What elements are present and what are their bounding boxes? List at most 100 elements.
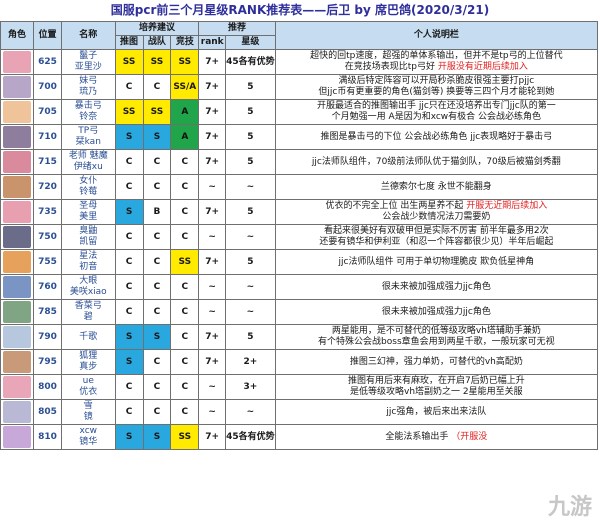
character-name: 琉乃 <box>79 87 98 97</box>
name-cell: 鬣子 亚里沙 <box>60 49 116 75</box>
character-avatar <box>3 51 32 73</box>
note-line-1: jjc强角，被后来出来法队 <box>276 407 596 418</box>
rank-cell: ~ <box>198 399 227 425</box>
rank-cell: ~ <box>198 299 227 325</box>
name-cell: 星法 初音 <box>60 249 116 275</box>
note-line-1: 推图是暴击弓的下位 公会战必练角色 jjc表现略好于暴击弓 <box>276 131 596 143</box>
note-cell: 推图三幻神，强力单奶，可替代的vh高配奶 <box>274 349 599 375</box>
header-arena: 竞技 <box>170 35 200 50</box>
push-grade: C <box>114 249 144 275</box>
note-text: 是低等级攻略vh塔副奶之一 2星能用至关服 <box>350 387 523 397</box>
note-text: 开服最适合的推图输出手 jjc只在还没培养出专门jjc队的第一 <box>316 101 556 111</box>
note-text: 满级后特定阵容可以开局秒杀脆皮很强主要打pjjc <box>338 76 535 86</box>
character-nickname: 鬣子 <box>79 51 98 61</box>
name-cell: 圣母 美里 <box>60 199 116 225</box>
name-cell: 大眼 美咲xiao <box>60 274 116 300</box>
push-grade: C <box>114 274 144 300</box>
character-name: 美咲xiao <box>69 287 107 297</box>
star-cell: ~ <box>225 299 276 325</box>
star-cell: 5 <box>225 249 276 275</box>
character-nickname: 暴击弓 <box>74 101 102 111</box>
position-cell: 810 <box>33 424 62 450</box>
position-cell: 715 <box>33 149 62 175</box>
position-cell: 785 <box>33 299 62 325</box>
character-avatar <box>3 151 32 173</box>
arena-grade: C <box>170 374 200 400</box>
note-cell: jjc法师队组件 可用于单切物理脆皮 欺负低星神角 <box>274 249 599 275</box>
character-name: 铃奈 <box>79 112 98 122</box>
name-cell: 香菜弓碧 <box>60 299 116 325</box>
character-avatar <box>3 351 32 373</box>
character-avatar <box>3 251 32 273</box>
position-cell: 735 <box>33 199 62 225</box>
note-text: 推图有用后来有麻玫，在开启7后奶已幅上升 <box>347 376 525 386</box>
table-row: 720 女仆 铃莓 C C C ~ ~ 兰德索尔七度 永世不能翻身 <box>0 174 599 200</box>
character-avatar <box>3 76 32 98</box>
table-row: 705 暴击弓 铃奈 SS SS A 7+ 5 开服最适合的推图输出手 jjc只在还没培养出专门… <box>0 99 599 125</box>
character-nickname: 大眼 <box>79 276 98 286</box>
character-nickname: ue <box>82 376 94 386</box>
character-avatar <box>3 301 32 323</box>
character-nickname: 圣母 <box>79 201 98 211</box>
note-text: 兰德索尔七度 永世不能翻身 <box>380 181 492 192</box>
table-row: 805 雪镜 C C C ~ ~ jjc强角，被后来出来法队 <box>0 399 599 425</box>
name-cell: xcw 镜华 <box>60 424 116 450</box>
star-cell: 3+ <box>225 374 276 400</box>
character-nickname: TP弓 <box>78 126 99 136</box>
star-cell: 2+ <box>225 349 276 375</box>
rank-cell: 7+ <box>198 199 227 225</box>
name-cell: 雪镜 <box>60 399 116 425</box>
character-avatar-cell <box>0 424 35 450</box>
star-cell: 5 <box>225 99 276 125</box>
position-cell: 790 <box>33 324 62 350</box>
position-cell: 710 <box>33 124 62 150</box>
note-highlight: 开服无近期后续加入 <box>466 201 548 211</box>
rank-cell: ~ <box>198 374 227 400</box>
guild-grade: S <box>142 424 172 450</box>
rank-cell: 7+ <box>198 249 227 275</box>
table-row: 800 ue 优衣 C C C ~3+ 推图有用后来有麻玫，在开启7后奶已幅上升 是低等级攻略v… <box>0 374 599 400</box>
note-line-1: 开服最适合的推图输出手 jjc只在还没培养出专门jjc队的第一 <box>276 101 596 112</box>
character-nickname: 香菜弓 <box>74 301 102 311</box>
guild-grade: C <box>142 149 172 175</box>
character-avatar-cell <box>0 174 35 200</box>
table-row: 735 圣母 美里 S B C 7+ 5 优衣的不完全上位 出生两星养不起 开服无近期后续加入公… <box>0 199 599 225</box>
arena-grade: C <box>170 399 200 425</box>
name-cell: 狐狸 真步 <box>60 349 116 375</box>
note-cell: 满级后特定阵容可以开局秒杀脆皮很强主要打pjjc 但jjc币有更重要的角色(猫剑等… <box>274 74 599 100</box>
push-grade: C <box>114 149 144 175</box>
note-line-1: 超快的回tp速度，超强的单体系输出，但并不是tp弓的上位替代 <box>276 51 596 62</box>
guild-grade: C <box>142 274 172 300</box>
recommendation-sheet: 国服pcr前三个月星级RANK推荐表——后卫 by 席巴鸽(2020/3/21)… <box>0 0 600 527</box>
table-row: 625 鬣子 亚里沙 SS SS SS 7+ 45各有优势 超快的回tp速度，超强的单体系输出，… <box>0 49 599 75</box>
note-text: 超快的回tp速度，超强的单体系输出，但并不是tp弓的上位替代 <box>310 51 563 61</box>
star-cell: ~ <box>225 224 276 250</box>
table-row: 700 妹弓 琉乃 C C SS/A 7+ 5 满级后特定阵容可以开局秒杀脆皮很强主要打pjjc… <box>0 74 599 100</box>
note-line-2: 个月勉强一用 A是因为和xcw有极合 公会战必练角色 <box>276 112 596 123</box>
character-name: 美里 <box>79 212 98 222</box>
guild-grade: C <box>142 374 172 400</box>
note-text: 还要有镜华和伊利亚（和忍一个阵容都很少见）半年后崛起 <box>319 237 554 247</box>
table-row: 715 老师 魅魔 伊绪xu C C C 7+ 5 jjc法师队组件，70级前法师队优于猫剑队，… <box>0 149 599 175</box>
guild-grade: SS <box>142 99 172 125</box>
note-line-2: 在竞技场表现比tp弓好 开服没有近期后续加入 <box>276 62 596 73</box>
guild-grade: C <box>142 249 172 275</box>
table-row: 790 千歌 S S C 7+ 5 两星能用，是不可替代的低等级攻略vh塔辅助手兼奶 有个特殊公… <box>0 324 599 350</box>
character-avatar <box>3 176 32 198</box>
note-cell: 推图是暴击弓的下位 公会战必练角色 jjc表现略好于暴击弓 <box>274 124 599 150</box>
note-line-1: 推图三幻神，强力单奶，可替代的vh高配奶 <box>276 357 596 368</box>
note-text: 个月勉强一用 A是因为和xcw有极合 公会战必练角色 <box>331 112 542 122</box>
name-cell: 臭鼬 凯留 <box>60 224 116 250</box>
arena-grade: C <box>170 224 200 250</box>
note-line-2: 有个特殊公会战boss章鱼会用到两星千歌，一般玩家可无视 <box>276 337 596 348</box>
note-text: 推图是暴击弓的下位 公会战必练角色 jjc表现略好于暴击弓 <box>320 131 553 142</box>
note-text: 两星能用，是不可替代的低等级攻略vh塔辅助手兼奶 <box>331 326 541 336</box>
note-line-1: 推图有用后来有麻玫，在开启7后奶已幅上升 <box>276 376 596 387</box>
push-grade: C <box>114 174 144 200</box>
character-avatar-cell <box>0 99 35 125</box>
arena-grade: C <box>170 274 200 300</box>
push-grade: C <box>114 399 144 425</box>
name-cell: 暴击弓 铃奈 <box>60 99 116 125</box>
character-avatar-cell <box>0 374 35 400</box>
rank-cell: 7+ <box>198 124 227 150</box>
